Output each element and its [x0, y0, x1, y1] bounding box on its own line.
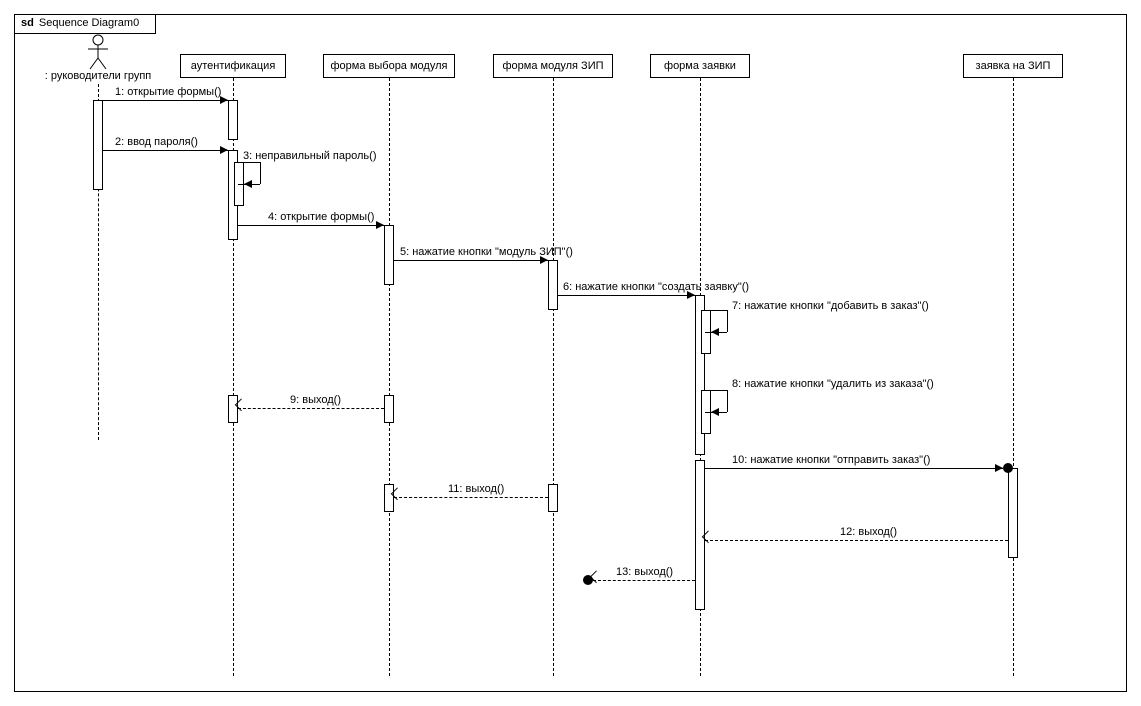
actor-icon: [87, 34, 109, 70]
message-3-label: 3: неправильный пароль(): [243, 150, 376, 162]
lifeline-head-module-select: форма выбора модуля: [323, 54, 455, 78]
message-10: [705, 468, 1003, 469]
activation-auth-1: [228, 100, 238, 140]
lifeline-head-request-form: форма заявки: [650, 54, 750, 78]
message-13: [593, 580, 695, 581]
activation-modsel-3: [384, 484, 394, 512]
arrow-icon: [220, 146, 228, 154]
message-2: [103, 150, 228, 151]
diagram-title: Sequence Diagram0: [39, 17, 139, 29]
endpoint-dot-icon: [583, 575, 593, 585]
diagram-frame: sd Sequence Diagram0: [14, 14, 1127, 692]
message-9-label: 9: выход(): [290, 394, 341, 406]
message-6-label: 6: нажатие кнопки "создать заявку"(): [563, 281, 749, 293]
arrow-icon: [711, 408, 719, 416]
endpoint-dot-icon: [1003, 463, 1013, 473]
title-prefix: sd: [21, 17, 34, 29]
actor-label: : руководители групп: [45, 70, 152, 82]
arrow-icon: [376, 221, 384, 229]
arrow-icon: [711, 328, 719, 336]
activation-modsel-1: [384, 225, 394, 285]
lifeline-zip-request: [1013, 78, 1014, 676]
message-5-label: 5: нажатие кнопки "модуль ЗИП"(): [400, 246, 573, 258]
activation-actor-1: [93, 100, 103, 190]
lifeline-head-auth: аутентификация: [180, 54, 286, 78]
message-13-label: 13: выход(): [616, 566, 673, 578]
message-5: [394, 260, 548, 261]
arrow-icon: [995, 464, 1003, 472]
message-6: [558, 295, 695, 296]
lifeline-zip-module: [553, 78, 554, 676]
message-1-label: 1: открытие формы(): [115, 86, 221, 98]
arrow-icon: [244, 180, 252, 188]
lifeline-head-zip-module: форма модуля ЗИП: [493, 54, 613, 78]
message-9: [238, 408, 384, 409]
message-4-label: 4: открытие формы(): [268, 211, 374, 223]
lifeline-head-zip-request: заявка на ЗИП: [963, 54, 1063, 78]
activation-modsel-2: [384, 395, 394, 423]
message-12-label: 12: выход(): [840, 526, 897, 538]
message-12: [705, 540, 1008, 541]
message-8-label: 8: нажатие кнопки "удалить из заказа"(): [732, 378, 934, 390]
message-10-label: 10: нажатие кнопки "отправить заказ"(): [732, 454, 930, 466]
message-7-label: 7: нажатие кнопки "добавить в заказ"(): [732, 300, 929, 312]
lifeline-module-select: [389, 78, 390, 676]
message-4: [238, 225, 384, 226]
message-11-label: 11: выход(): [448, 483, 504, 495]
message-11: [394, 497, 548, 498]
activation-ziprq-1: [1008, 468, 1018, 558]
activation-zipmod-1: [548, 260, 558, 310]
activation-zipmod-2: [548, 484, 558, 512]
diagram-title-tab: sd Sequence Diagram0: [15, 15, 156, 34]
message-1: [103, 100, 228, 101]
sequence-diagram-canvas: sd Sequence Diagram0 : руководители груп…: [0, 0, 1141, 706]
activation-auth-3: [228, 395, 238, 423]
message-2-label: 2: ввод пароля(): [115, 136, 198, 148]
